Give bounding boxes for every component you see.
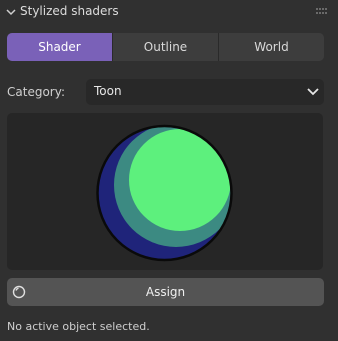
toon-sphere-preview xyxy=(96,124,233,262)
tab-world[interactable]: World xyxy=(218,33,324,61)
assign-label: Assign xyxy=(145,285,186,299)
panel-header[interactable]: Stylized shaders xyxy=(0,0,338,24)
shader-tabs: Shader Outline World xyxy=(7,33,324,61)
chevron-down-icon xyxy=(307,88,319,96)
category-value: Toon xyxy=(94,84,122,98)
category-dropdown[interactable]: Toon xyxy=(86,79,324,105)
drag-grip-icon[interactable] xyxy=(316,8,328,16)
shader-preview xyxy=(7,113,323,270)
status-message: No active object selected. xyxy=(7,320,150,333)
tab-shader[interactable]: Shader xyxy=(7,33,112,61)
tab-outline[interactable]: Outline xyxy=(112,33,218,61)
assign-button[interactable]: Assign xyxy=(7,278,324,306)
chevron-down-icon[interactable] xyxy=(6,7,16,17)
panel-title: Stylized shaders xyxy=(20,4,119,18)
category-label: Category: xyxy=(7,85,65,99)
